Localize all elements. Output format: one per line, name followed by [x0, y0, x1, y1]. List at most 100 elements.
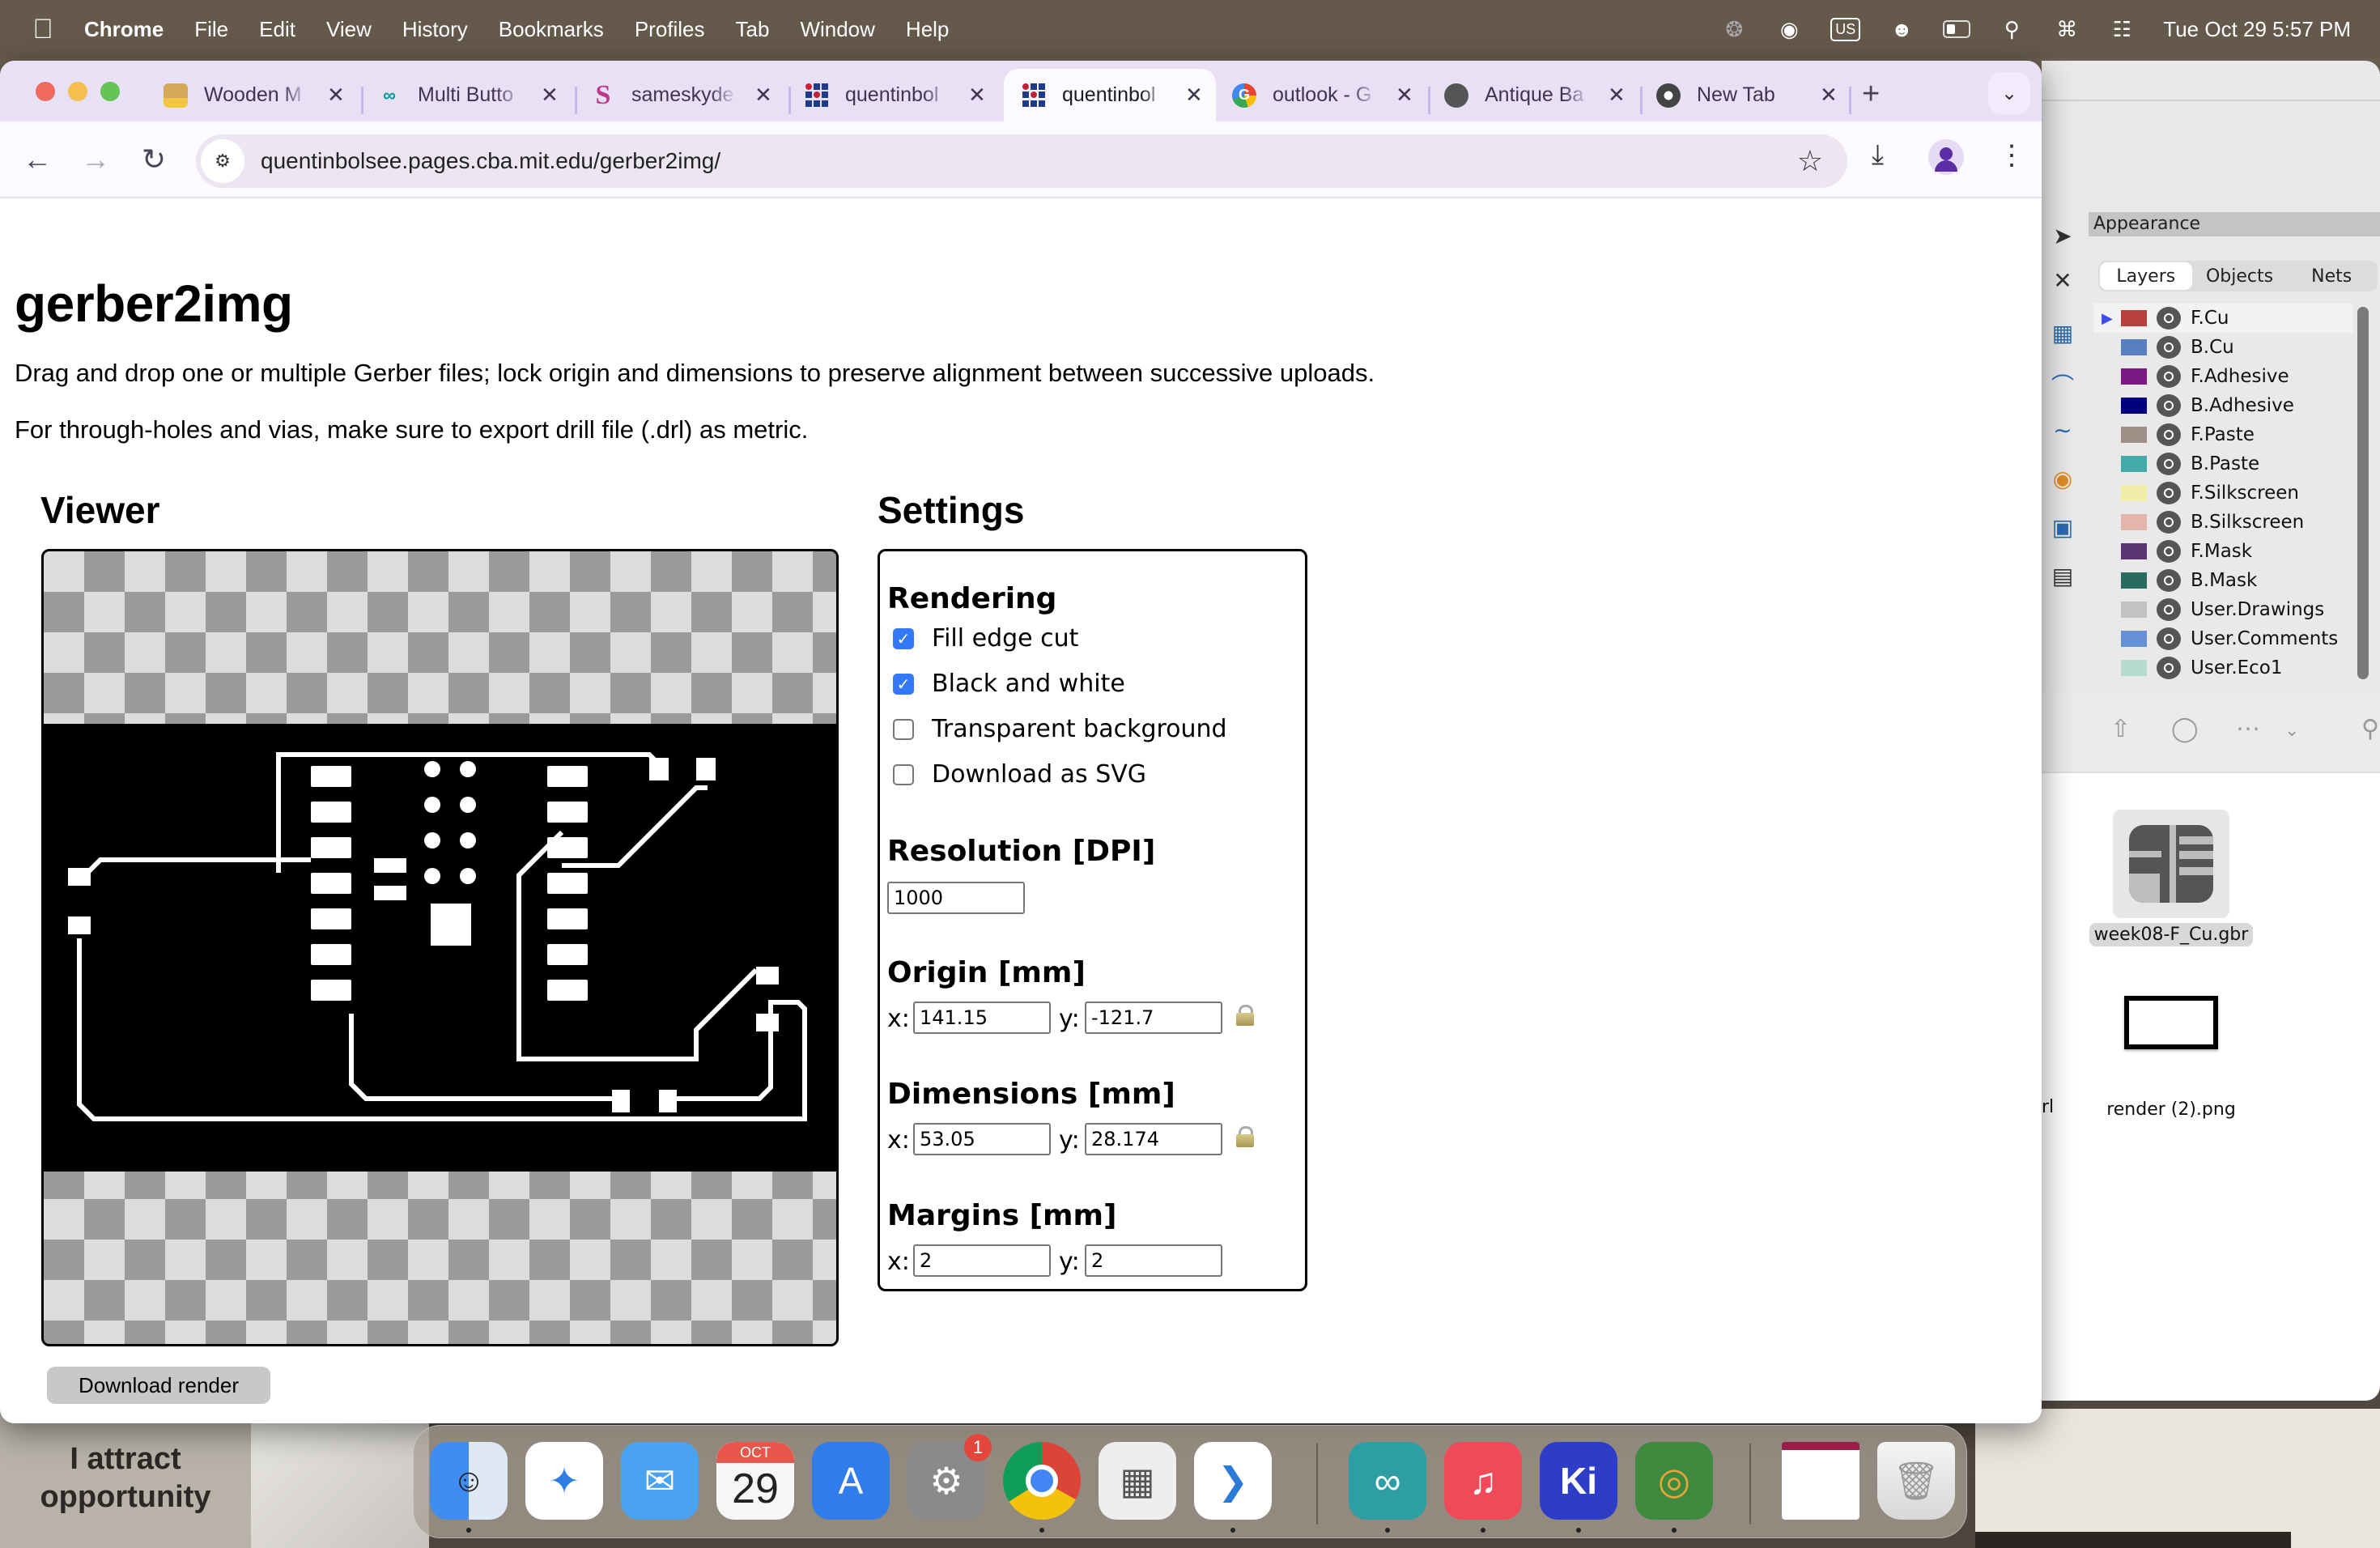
- dimensions-lock-icon[interactable]: [1236, 1126, 1254, 1150]
- visibility-eye-icon[interactable]: [2157, 423, 2181, 446]
- layer-color-swatch[interactable]: [2121, 310, 2147, 326]
- margins-x-input[interactable]: [913, 1244, 1051, 1277]
- chevron-down-icon[interactable]: ⌄: [2284, 720, 2299, 741]
- new-tab-button[interactable]: +: [1862, 77, 1880, 112]
- layer-row[interactable]: F.Mask: [2093, 537, 2352, 566]
- dock-vscode-icon[interactable]: ❯: [1194, 1442, 1272, 1520]
- more-actions-icon[interactable]: ⋯: [2236, 715, 2260, 743]
- search-icon[interactable]: ⚲: [2361, 715, 2379, 743]
- origin-lock-icon[interactable]: [1236, 1005, 1254, 1029]
- layer-color-swatch[interactable]: [2121, 485, 2147, 501]
- visibility-eye-icon[interactable]: [2157, 394, 2181, 417]
- dock-system-settings-icon[interactable]: ⚙ 1: [907, 1434, 992, 1520]
- dock-launchpad-icon[interactable]: ▦: [1099, 1442, 1176, 1520]
- tab-samesky[interactable]: S sameskyde ✕: [573, 69, 785, 121]
- spotlight-search-icon[interactable]: ⚲: [1998, 15, 2025, 43]
- layer-color-swatch[interactable]: [2121, 398, 2147, 414]
- origin-y-input[interactable]: [1085, 1002, 1222, 1034]
- dock-pcb-editor-icon[interactable]: ◎: [1635, 1442, 1713, 1520]
- transparent-background-checkbox[interactable]: Transparent background: [893, 715, 1227, 743]
- dock-mail-icon[interactable]: ✉: [621, 1442, 699, 1520]
- fill-edge-cut-checkbox[interactable]: ✓ Fill edge cut: [893, 624, 1078, 653]
- checkbox-unchecked-icon[interactable]: [893, 763, 914, 785]
- download-render-button[interactable]: Download render: [47, 1367, 270, 1404]
- visibility-eye-icon[interactable]: [2157, 336, 2181, 359]
- file-partial-label[interactable]: rl: [2042, 1097, 2054, 1117]
- black-and-white-checkbox[interactable]: ✓ Black and white: [893, 670, 1125, 698]
- close-tab-icon[interactable]: ✕: [1396, 83, 1413, 108]
- layer-row[interactable]: B.Adhesive: [2093, 391, 2352, 420]
- tab-nets[interactable]: Nets: [2285, 261, 2378, 291]
- tab-quentinbolsee-active[interactable]: quentinbol ✕: [1004, 69, 1216, 121]
- layer-row[interactable]: User.Drawings: [2093, 595, 2352, 624]
- margins-y-input[interactable]: [1085, 1244, 1222, 1277]
- route-track-icon[interactable]: ⌒: [2045, 368, 2080, 398]
- render-viewer[interactable]: [41, 549, 839, 1346]
- menu-history[interactable]: History: [402, 17, 468, 42]
- layer-row[interactable]: B.Mask: [2093, 566, 2352, 595]
- visibility-eye-icon[interactable]: [2157, 540, 2181, 563]
- layer-color-swatch[interactable]: [2121, 427, 2147, 443]
- more-menu-icon[interactable]: ⋮: [1998, 139, 2025, 172]
- close-tab-icon[interactable]: ✕: [968, 83, 986, 108]
- tab-wooden[interactable]: Wooden M ✕: [146, 69, 358, 121]
- tab-outlook[interactable]: G outlook - G ✕: [1214, 69, 1426, 121]
- tab-new-tab[interactable]: New Tab ✕: [1638, 69, 1851, 121]
- battery-icon[interactable]: [1943, 15, 1971, 43]
- tab-search-button[interactable]: ⌄: [1988, 72, 2030, 114]
- input-source-indicator[interactable]: US: [1830, 17, 1861, 41]
- tab-quentinbolsee-1[interactable]: quentinbol ✕: [787, 69, 999, 121]
- layer-color-swatch[interactable]: [2121, 602, 2147, 618]
- dock-arduino-icon[interactable]: ∞: [1349, 1442, 1426, 1520]
- layer-color-swatch[interactable]: [2121, 368, 2147, 385]
- via-tool-icon[interactable]: ◉: [2045, 466, 2080, 495]
- user-icon[interactable]: ☻: [1888, 15, 1915, 43]
- origin-x-input[interactable]: [913, 1002, 1051, 1034]
- checkbox-checked-icon[interactable]: ✓: [893, 673, 914, 695]
- layer-color-swatch[interactable]: [2121, 543, 2147, 559]
- visibility-eye-icon[interactable]: [2157, 511, 2181, 534]
- layer-color-swatch[interactable]: [2121, 339, 2147, 355]
- tab-antique[interactable]: Antique Ba ✕: [1426, 69, 1638, 121]
- zoom-window-button[interactable]: [100, 82, 120, 101]
- url-text[interactable]: quentinbolsee.pages.cba.mit.edu/gerber2i…: [261, 148, 720, 174]
- layer-color-swatch[interactable]: [2121, 514, 2147, 530]
- close-tab-icon[interactable]: ✕: [754, 83, 772, 108]
- layer-color-swatch[interactable]: [2121, 631, 2147, 647]
- tab-multi-button[interactable]: ∞ Multi Butto ✕: [359, 69, 572, 121]
- forward-button[interactable]: →: [78, 142, 113, 176]
- close-tab-icon[interactable]: ✕: [1608, 83, 1626, 108]
- menu-file[interactable]: File: [194, 17, 228, 42]
- dock-chrome-icon[interactable]: [1003, 1442, 1081, 1520]
- dimensions-y-input[interactable]: [1085, 1123, 1222, 1155]
- visibility-eye-icon[interactable]: [2157, 657, 2181, 679]
- close-window-button[interactable]: [36, 82, 55, 101]
- dock-calendar-icon[interactable]: OCT 29: [716, 1442, 794, 1520]
- dock-kicad-icon[interactable]: Ki: [1540, 1442, 1617, 1520]
- checkbox-unchecked-icon[interactable]: [893, 718, 914, 740]
- layer-row[interactable]: User.Eco1: [2093, 653, 2352, 683]
- select-tool-icon[interactable]: ➤: [2045, 223, 2080, 252]
- close-tab-icon[interactable]: ✕: [1185, 83, 1203, 108]
- dock-trash-icon[interactable]: 🗑: [1877, 1442, 1955, 1520]
- download-as-svg-checkbox[interactable]: Download as SVG: [893, 760, 1146, 789]
- dock-chrome-window-thumbnail[interactable]: [1782, 1442, 1859, 1520]
- bookmark-star-icon[interactable]: ☆: [1797, 144, 1823, 178]
- menu-edit[interactable]: Edit: [259, 17, 295, 42]
- tab-objects[interactable]: Objects: [2194, 261, 2286, 291]
- menu-app-name[interactable]: Chrome: [84, 17, 164, 42]
- close-tab-icon[interactable]: ✕: [327, 83, 345, 108]
- layer-row[interactable]: B.Silkscreen: [2093, 508, 2352, 537]
- tab-layers[interactable]: Layers: [2100, 262, 2192, 290]
- zone-tool-icon[interactable]: ▣: [2045, 514, 2080, 543]
- resolution-input[interactable]: [887, 882, 1025, 914]
- visibility-eye-icon[interactable]: [2157, 598, 2181, 621]
- layer-row[interactable]: User.Comments: [2093, 624, 2352, 653]
- tune-length-icon[interactable]: ∼: [2045, 417, 2080, 446]
- keepout-tool-icon[interactable]: ▤: [2045, 563, 2080, 592]
- downloads-icon[interactable]: ⤓: [1872, 139, 1884, 171]
- visibility-eye-icon[interactable]: [2157, 569, 2181, 592]
- address-bar[interactable]: ⚙ quentinbolsee.pages.cba.mit.edu/gerber…: [196, 134, 1847, 188]
- menu-tab[interactable]: Tab: [736, 17, 770, 42]
- control-center-icon[interactable]: ☷: [2108, 15, 2136, 43]
